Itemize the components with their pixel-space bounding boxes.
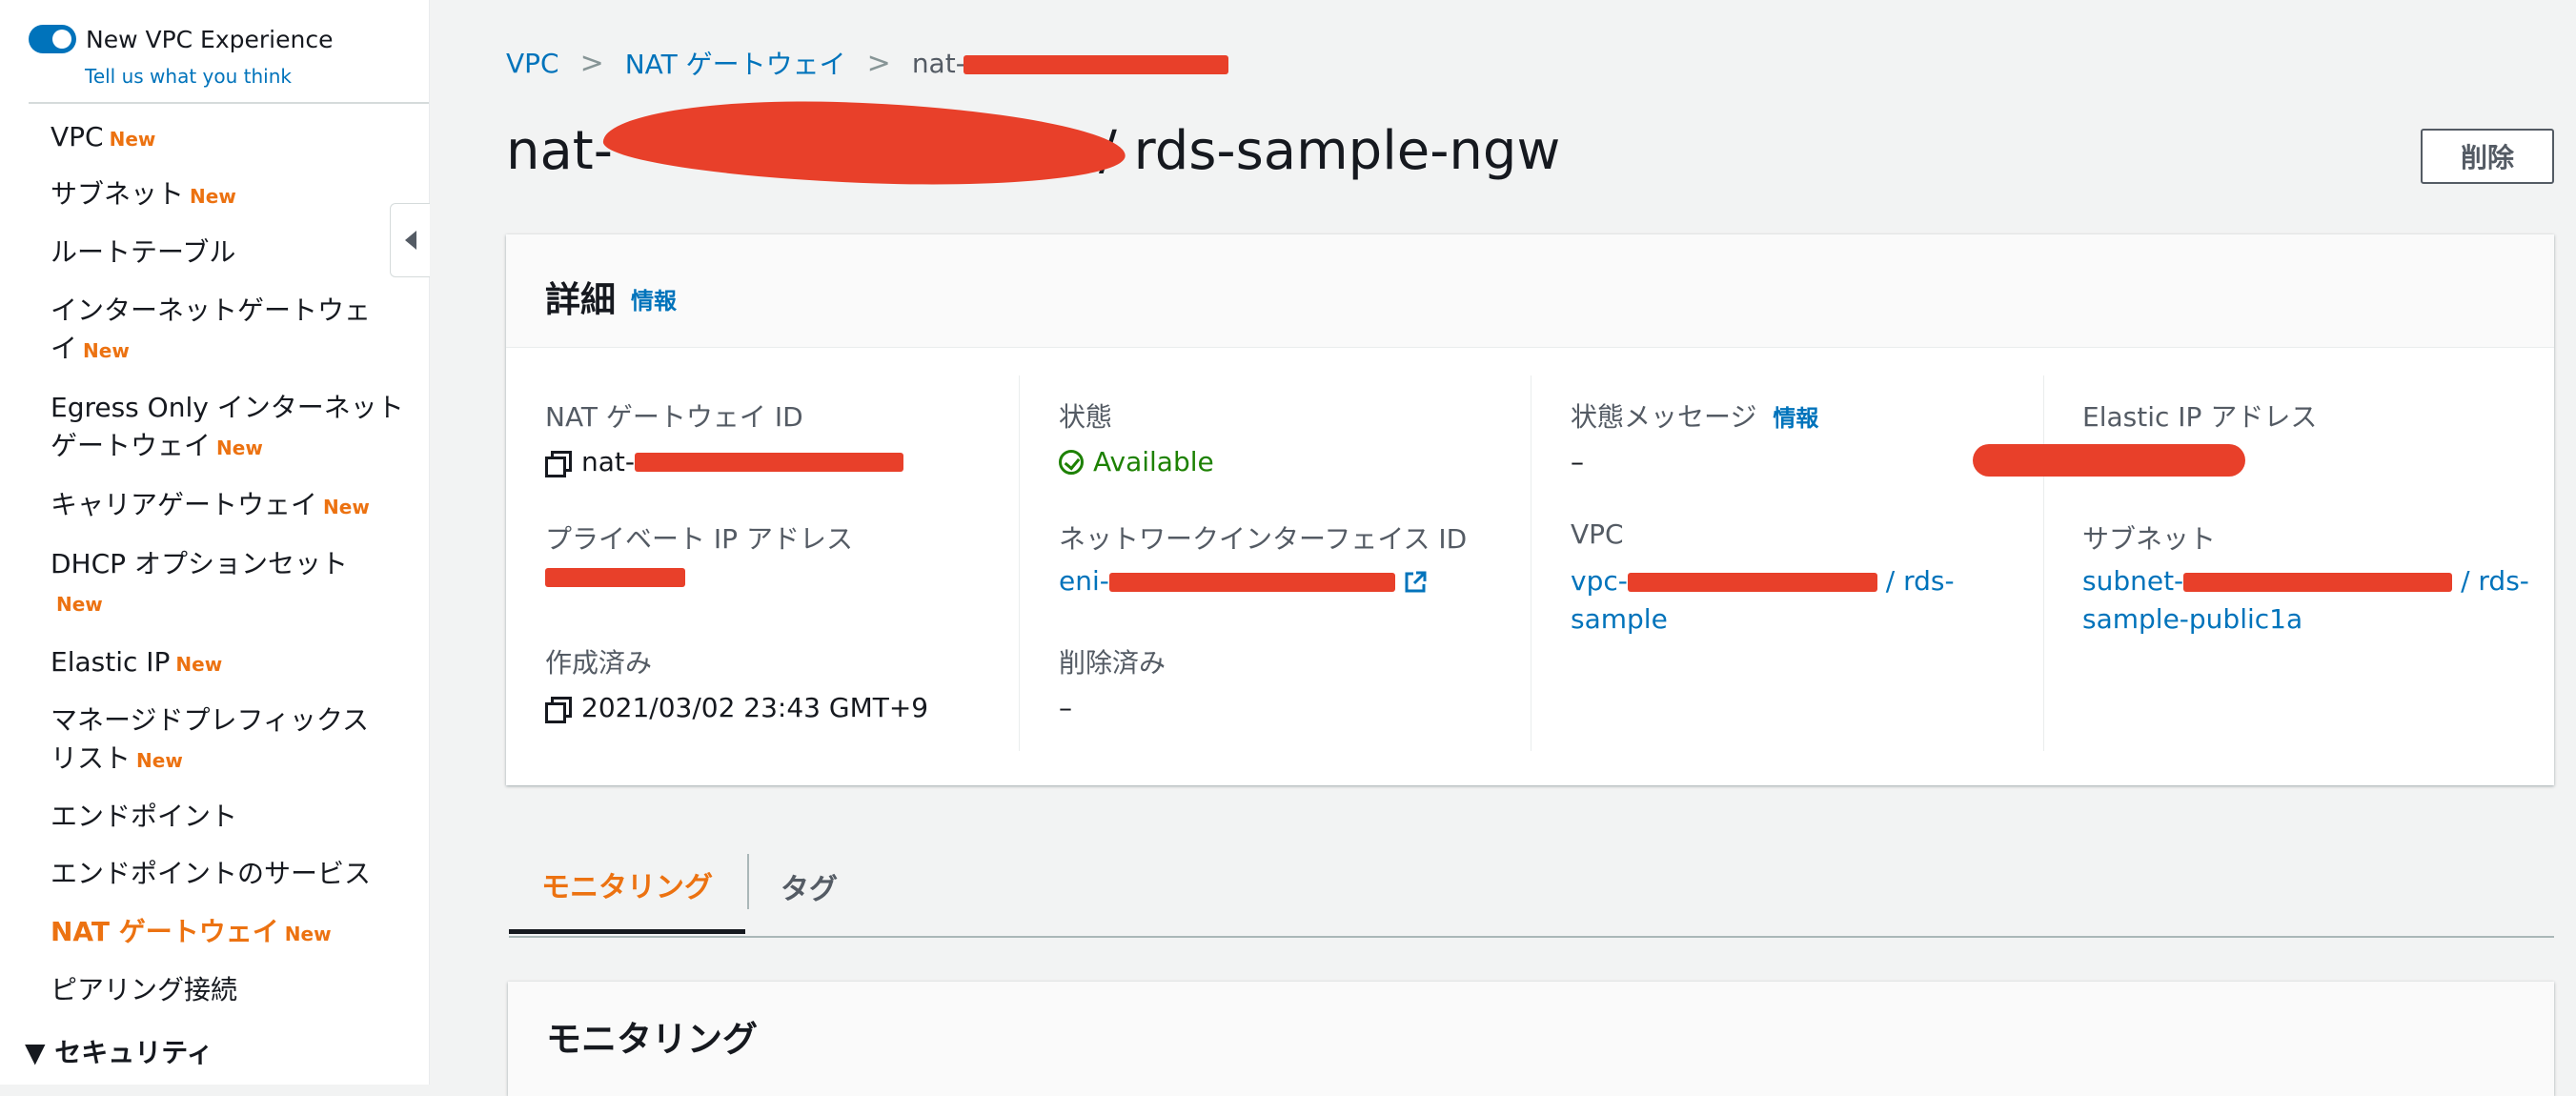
new-vpc-experience-toggle[interactable] — [29, 25, 76, 53]
sidebar: New VPC Experience Tell us what you thin… — [0, 0, 430, 1085]
sidebar-item-label: NAT ゲートウェイ — [51, 916, 279, 947]
breadcrumb-nat-gateways[interactable]: NAT ゲートウェイ — [625, 44, 846, 82]
state-message-label: 状態メッセージ 情報 — [1571, 401, 1819, 433]
elastic-ip-value — [1973, 444, 2245, 477]
new-badge: New — [284, 923, 332, 945]
sidebar-item-label: エンドポイントのサービス — [51, 858, 372, 889]
sidebar-divider — [29, 102, 429, 104]
deleted-value: – — [1059, 692, 1072, 723]
sidebar-item-route-tables[interactable]: ルートテーブル — [51, 233, 235, 272]
sidebar-item-peering-connections[interactable]: ピアリング接続 — [51, 971, 237, 1009]
sidebar-item-endpoint-services[interactable]: エンドポイントのサービス — [51, 855, 371, 893]
chevron-right-icon: > — [866, 46, 891, 80]
subnet-link[interactable]: subnet- / rds- sample-public1a — [2082, 562, 2529, 639]
sidebar-item-label: Egress Only インターネット — [51, 392, 404, 423]
private-ip-label: プライベート IP アドレス — [545, 523, 853, 555]
column-divider — [1019, 375, 1020, 751]
sidebar-item-carrier-gateways[interactable]: キャリアゲートウェイ New — [51, 486, 370, 526]
breadcrumb-current: nat- — [912, 48, 1228, 79]
sidebar-item-elastic-ip[interactable]: Elastic IP New — [51, 643, 222, 683]
new-vpc-experience-toggle-row: New VPC Experience — [29, 25, 333, 53]
new-badge: New — [109, 128, 156, 151]
sidebar-item-egress-only-gateways[interactable]: Egress Only インターネット ゲートウェイ New — [51, 389, 404, 467]
collapse-sidebar-button[interactable] — [390, 203, 430, 277]
sidebar-item-label: マネージドプレフィックス — [51, 704, 370, 736]
private-ip-value — [545, 568, 685, 587]
sidebar-section-security[interactable]: ▼ セキュリティ — [25, 1034, 213, 1072]
details-title: 詳細 — [545, 279, 616, 320]
sidebar-item-label: Elastic IP — [51, 646, 171, 678]
external-link-icon — [1405, 571, 1427, 593]
sidebar-item-vpc[interactable]: VPC New — [51, 118, 155, 158]
sidebar-item-label-line2: イ — [51, 333, 78, 364]
new-badge: New — [175, 653, 223, 676]
network-interface-id-label: ネットワークインターフェイス ID — [1059, 523, 1468, 555]
redaction — [1973, 444, 2245, 477]
sidebar-item-label: ピアリング接続 — [51, 974, 238, 1005]
sidebar-item-internet-gateways[interactable]: インターネットゲートウェ イ New — [51, 292, 371, 370]
sidebar-item-nat-gateways[interactable]: NAT ゲートウェイ New — [51, 913, 332, 953]
new-badge: New — [56, 593, 103, 616]
elastic-ip-label: Elastic IP アドレス — [2082, 401, 2318, 433]
copy-icon[interactable] — [545, 450, 572, 477]
breadcrumb-vpc[interactable]: VPC — [506, 48, 559, 79]
sidebar-item-label-line2: リスト — [51, 742, 132, 774]
redaction — [545, 568, 685, 587]
sidebar-item-label: サブネット — [51, 178, 185, 210]
sidebar-item-managed-prefix-lists[interactable]: マネージドプレフィックス リスト New — [51, 701, 369, 780]
sidebar-item-label: DHCP オプションセット — [51, 548, 348, 579]
state-value: Available — [1059, 446, 1214, 477]
subnet-label: サブネット — [2082, 523, 2217, 555]
redaction — [635, 452, 903, 472]
title-name: / rds-sample-ngw — [1098, 120, 1561, 182]
sidebar-item-dhcp-options[interactable]: DHCP オプションセット New — [51, 545, 348, 623]
nat-gateway-id-label: NAT ゲートウェイ ID — [545, 401, 803, 433]
sidebar-item-label: キャリアゲートウェイ — [51, 489, 318, 520]
monitoring-title: モニタリング — [546, 1019, 758, 1060]
state-label: 状態 — [1059, 401, 1113, 433]
sidebar-item-endpoints[interactable]: エンドポイント — [51, 798, 237, 836]
new-badge: New — [216, 436, 263, 459]
new-badge: New — [323, 496, 370, 518]
chevron-right-icon: > — [579, 46, 604, 80]
sidebar-item-label: インターネットゲートウェ — [51, 294, 372, 326]
sidebar-item-subnets[interactable]: サブネット New — [51, 175, 236, 215]
redaction — [2183, 573, 2453, 592]
title-id-prefix: nat- — [506, 120, 613, 182]
check-circle-icon — [1059, 449, 1084, 475]
redaction — [1108, 573, 1395, 592]
caret-left-icon — [404, 231, 416, 250]
state-message-info-link[interactable]: 情報 — [1773, 405, 1818, 432]
deleted-label: 削除済み — [1059, 647, 1166, 679]
new-badge: New — [190, 185, 236, 208]
delete-button[interactable]: 削除 — [2421, 129, 2554, 184]
breadcrumb: VPC > NAT ゲートウェイ > nat- — [506, 44, 1228, 82]
created-value: 2021/03/02 23:43 GMT+9 — [545, 692, 928, 723]
sidebar-item-label: エンドポイント — [51, 801, 238, 832]
tab-monitoring[interactable]: モニタリング — [509, 839, 745, 934]
column-divider — [2043, 375, 2044, 751]
nat-gateway-id-value: nat- — [545, 446, 903, 477]
sidebar-item-label: ルートテーブル — [51, 236, 236, 268]
toggle-label: New VPC Experience — [86, 25, 334, 53]
redaction — [1627, 573, 1877, 592]
tab-bar: モニタリング タグ — [509, 839, 2554, 938]
redaction — [963, 54, 1228, 74]
sidebar-item-label: VPC — [51, 121, 104, 152]
vpc-label: VPC — [1571, 518, 1624, 550]
vpc-link[interactable]: vpc- / rds- sample — [1571, 562, 1955, 639]
monitoring-panel: モニタリング — [508, 982, 2554, 1096]
created-label: 作成済み — [545, 647, 653, 679]
details-panel: 詳細 情報 NAT ゲートウェイ ID nat- プライベート IP アドレス … — [506, 234, 2554, 785]
state-message-value: – — [1571, 446, 1584, 477]
tab-tags[interactable]: タグ — [749, 839, 869, 934]
sidebar-item-label-line2: ゲートウェイ — [51, 430, 212, 461]
details-info-link[interactable]: 情報 — [631, 282, 677, 315]
new-badge: New — [136, 749, 183, 772]
feedback-link[interactable]: Tell us what you think — [85, 65, 292, 88]
network-interface-id-link[interactable]: eni- — [1059, 562, 1428, 600]
copy-icon[interactable] — [545, 696, 572, 723]
new-badge: New — [83, 339, 130, 362]
details-header: 詳細 情報 — [506, 234, 2554, 348]
